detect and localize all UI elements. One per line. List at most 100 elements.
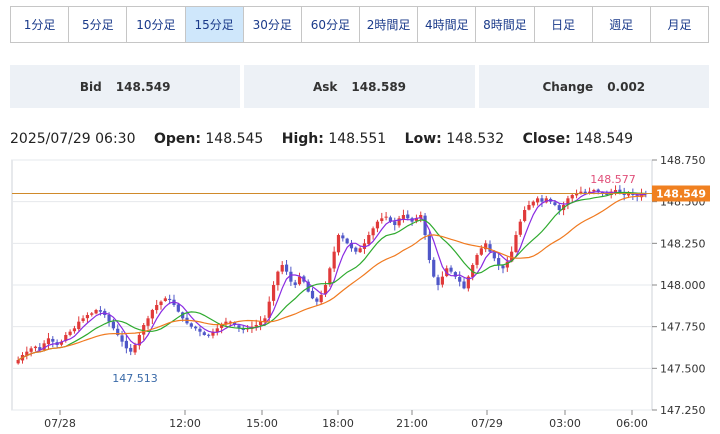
candle-body bbox=[85, 315, 90, 319]
timeframe-tab[interactable]: 月足 bbox=[651, 7, 708, 42]
candle-body bbox=[406, 214, 410, 219]
timeframe-tab[interactable]: 1分足 bbox=[11, 7, 70, 42]
high-annotation: 148.577 bbox=[590, 173, 636, 186]
candle-body bbox=[375, 221, 380, 229]
candle-body bbox=[475, 255, 479, 265]
candle-body bbox=[557, 205, 561, 210]
x-tick-label: 07/28 bbox=[44, 417, 76, 430]
candle-body bbox=[150, 310, 154, 319]
candle-body bbox=[33, 346, 38, 349]
candle-body bbox=[449, 267, 453, 272]
candle-body bbox=[155, 305, 159, 311]
candle-body bbox=[518, 221, 522, 235]
candle-body bbox=[462, 281, 466, 289]
candle-body bbox=[401, 215, 406, 219]
candle-body bbox=[189, 323, 193, 327]
candle-body bbox=[332, 251, 336, 269]
candle-body bbox=[371, 228, 375, 236]
candle-body bbox=[98, 310, 103, 312]
candle-body bbox=[163, 298, 167, 302]
candle-body bbox=[319, 295, 323, 303]
candle-body bbox=[488, 244, 492, 252]
y-tick-label: 148.000 bbox=[660, 279, 706, 292]
candle-body bbox=[46, 338, 51, 345]
low-label: Low: bbox=[404, 131, 442, 147]
x-tick-label: 12:00 bbox=[169, 417, 201, 430]
candle-body bbox=[129, 347, 133, 352]
low-annotation: 147.513 bbox=[112, 372, 158, 385]
candle-body bbox=[94, 310, 98, 314]
candle-body bbox=[90, 313, 94, 315]
price-chart[interactable]: 148.750148.500148.250148.000147.750147.5… bbox=[0, 150, 720, 434]
close-label: Close: bbox=[522, 131, 571, 147]
candle-body bbox=[133, 345, 137, 353]
candle-body bbox=[276, 271, 280, 286]
candle-body bbox=[142, 325, 146, 335]
timeframe-tab[interactable]: 2時間足 bbox=[360, 7, 419, 42]
candle-body bbox=[207, 334, 211, 336]
ask-box: Ask 148.589 bbox=[244, 65, 475, 108]
x-tick-label: 21:00 bbox=[396, 417, 428, 430]
candle-body bbox=[284, 264, 289, 272]
ask-value: 148.589 bbox=[351, 79, 407, 94]
x-tick-label: 06:00 bbox=[616, 417, 648, 430]
candle-body bbox=[68, 331, 72, 335]
timeframe-tab[interactable]: 日足 bbox=[535, 7, 593, 42]
candle-body bbox=[120, 335, 124, 342]
y-tick-label: 147.500 bbox=[660, 362, 706, 375]
timeframe-tab[interactable]: 30分足 bbox=[244, 7, 302, 42]
y-tick-label: 148.750 bbox=[660, 154, 706, 167]
candle-body bbox=[271, 285, 276, 301]
x-tick-label: 07/29 bbox=[471, 417, 503, 430]
bid-label: Bid bbox=[79, 79, 102, 94]
candle-body bbox=[198, 328, 202, 332]
quote-bar: Bid 148.549 Ask 148.589 Change 0.002 bbox=[10, 65, 709, 108]
candle-body bbox=[146, 318, 150, 326]
candle-body bbox=[202, 332, 206, 335]
timeframe-tab[interactable]: 8時間足 bbox=[476, 7, 535, 42]
candle-body bbox=[310, 290, 315, 299]
candle-body bbox=[432, 259, 436, 277]
candle-body bbox=[77, 321, 81, 330]
candle-body bbox=[194, 326, 198, 329]
candle-body bbox=[72, 328, 77, 332]
candle-body bbox=[293, 282, 297, 285]
y-tick-label: 147.750 bbox=[660, 321, 706, 334]
candle-body bbox=[328, 268, 332, 285]
candle-body bbox=[258, 321, 263, 326]
ohlc-datetime: 2025/07/29 06:30 bbox=[10, 131, 136, 147]
candle-body bbox=[540, 198, 544, 202]
candle-body bbox=[492, 252, 496, 259]
timeframe-tab[interactable]: 4時間足 bbox=[418, 7, 477, 42]
candle-body bbox=[440, 276, 444, 285]
timeframe-tab[interactable]: 5分足 bbox=[69, 7, 128, 42]
open-value: 148.545 bbox=[205, 131, 264, 147]
candle-body bbox=[497, 258, 501, 265]
open-label: Open: bbox=[153, 131, 201, 147]
timeframe-tab[interactable]: 15分足 bbox=[185, 7, 244, 42]
timeframe-tab[interactable]: 60分足 bbox=[302, 7, 361, 42]
candle-body bbox=[570, 195, 574, 199]
x-tick-label: 03:00 bbox=[549, 417, 581, 430]
timeframe-tab[interactable]: 週足 bbox=[593, 7, 651, 42]
candle-body bbox=[384, 216, 388, 218]
candle-body bbox=[501, 265, 505, 269]
candle-body bbox=[159, 301, 163, 306]
timeframe-tab[interactable]: 10分足 bbox=[127, 7, 186, 42]
change-box: Change 0.002 bbox=[478, 65, 709, 108]
candle-body bbox=[124, 340, 128, 349]
candle-body bbox=[111, 321, 115, 329]
y-tick-label: 147.250 bbox=[660, 404, 706, 417]
x-tick-label: 18:00 bbox=[322, 417, 354, 430]
candle-body bbox=[336, 235, 341, 253]
bid-box: Bid 148.549 bbox=[10, 65, 241, 108]
y-tick-label: 148.250 bbox=[660, 237, 706, 250]
candle-body bbox=[427, 234, 431, 260]
close-value: 148.549 bbox=[575, 131, 634, 147]
candle-body bbox=[479, 248, 483, 255]
ohlc-readout: 2025/07/29 06:30 Open: 148.545 High: 148… bbox=[10, 131, 633, 147]
change-value: 0.002 bbox=[607, 79, 646, 94]
x-tick-label: 15:00 bbox=[246, 417, 278, 430]
ask-label: Ask bbox=[312, 79, 338, 94]
candle-body bbox=[358, 248, 362, 253]
